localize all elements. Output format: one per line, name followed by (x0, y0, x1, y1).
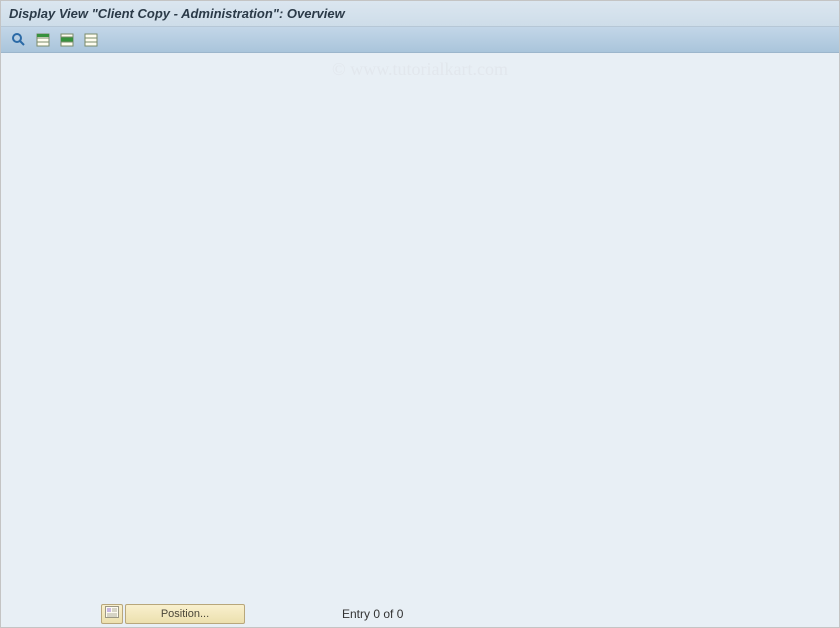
position-button[interactable]: Position... (125, 604, 245, 624)
select-block-button[interactable] (57, 30, 77, 50)
deselect-all-icon (83, 32, 99, 48)
titlebar: Display View "Client Copy - Administrati… (1, 1, 839, 27)
card-icon (105, 606, 119, 621)
entry-counter: Entry 0 of 0 (342, 607, 403, 621)
detail-icon (11, 32, 27, 48)
watermark-text: © www.tutorialkart.com (332, 59, 508, 80)
position-icon-button[interactable] (101, 604, 123, 624)
select-all-icon (35, 32, 51, 48)
content-area: © www.tutorialkart.com (1, 53, 839, 599)
select-all-button[interactable] (33, 30, 53, 50)
select-block-icon (59, 32, 75, 48)
position-button-label: Position... (161, 608, 209, 620)
page-title: Display View "Client Copy - Administrati… (9, 6, 345, 21)
footer: Position... Entry 0 of 0 (1, 599, 839, 627)
deselect-all-button[interactable] (81, 30, 101, 50)
detail-button[interactable] (9, 30, 29, 50)
toolbar (1, 27, 839, 53)
